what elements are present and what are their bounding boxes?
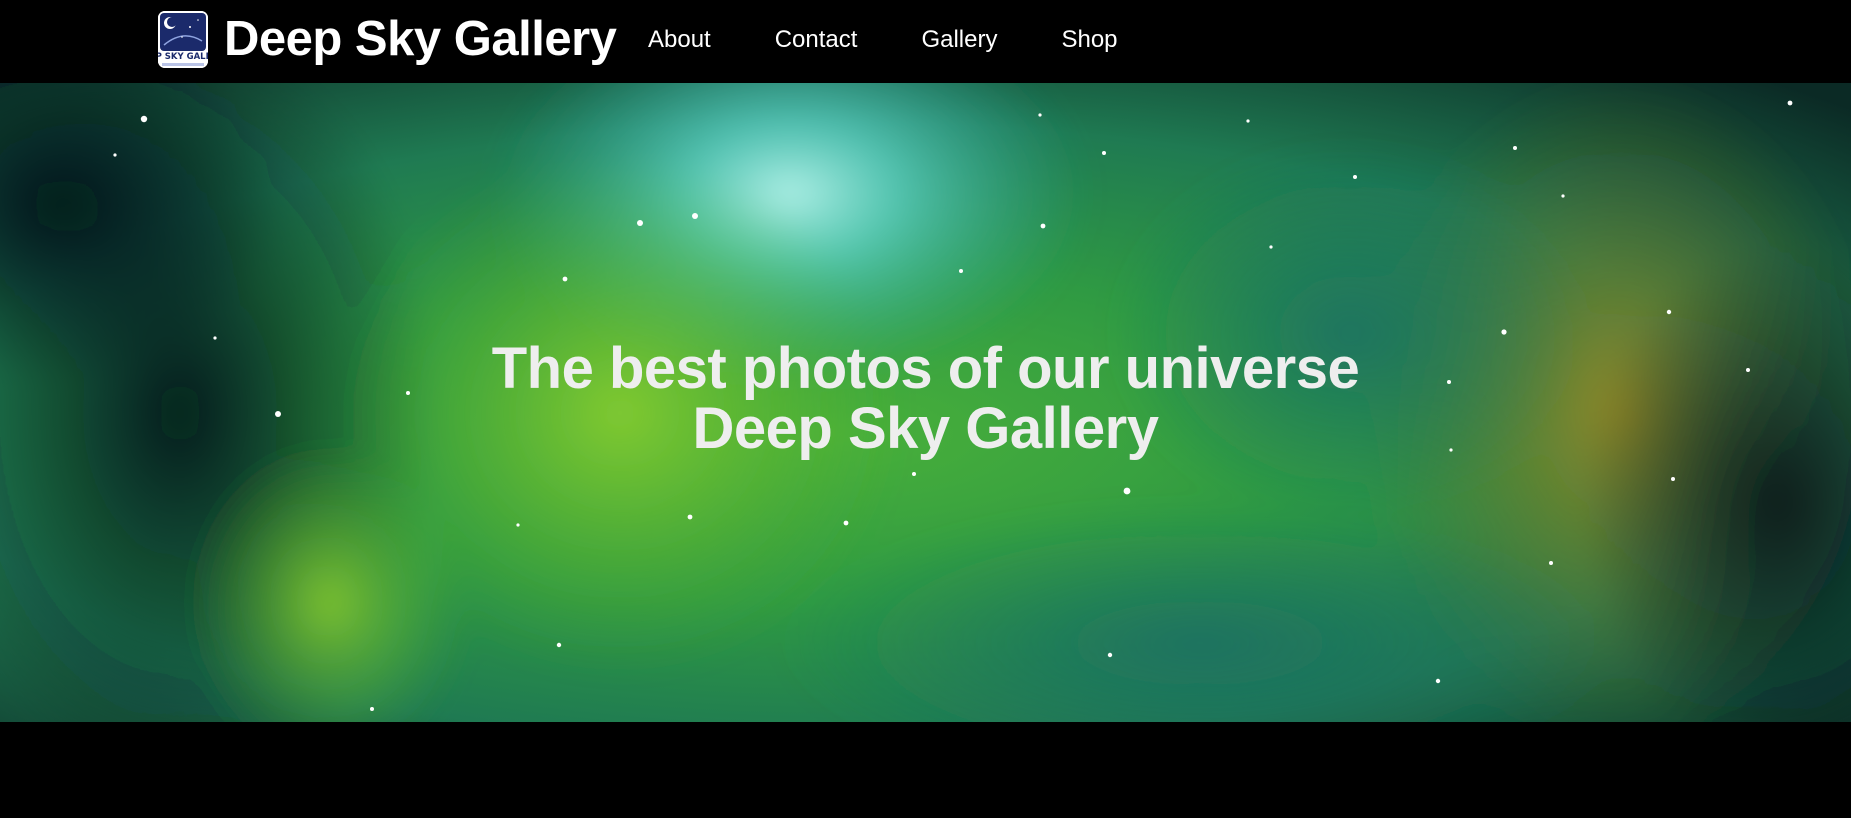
nav-link-shop[interactable]: Shop bbox=[1061, 28, 1117, 52]
nav-link-gallery[interactable]: Gallery bbox=[921, 28, 997, 52]
navbar: DEEP SKY GALLERY Deep Sky Gallery About … bbox=[0, 0, 1851, 83]
nav-link-contact[interactable]: Contact bbox=[775, 28, 858, 52]
hero-tagline: The best photos of our universe bbox=[491, 336, 1360, 401]
nav-link-about[interactable]: About bbox=[648, 28, 711, 52]
brand-title: Deep Sky Gallery bbox=[224, 11, 617, 66]
main-nav: About Contact Gallery Shop bbox=[648, 0, 1118, 80]
brand-logo: DEEP SKY GALLERY bbox=[158, 10, 208, 68]
hero-banner: The best photos of our universe Deep Sky… bbox=[0, 83, 1851, 722]
hero-site-name: Deep Sky Gallery bbox=[692, 396, 1159, 461]
page-bottom-area bbox=[0, 722, 1851, 818]
galaxy-logo-icon: DEEP SKY GALLERY bbox=[158, 10, 208, 68]
logo-wordmark: DEEP SKY GALLERY bbox=[158, 52, 208, 62]
brand-home-link[interactable]: DEEP SKY GALLERY Deep Sky Gallery bbox=[158, 10, 617, 68]
hero-heading: The best photos of our universe Deep Sky… bbox=[0, 339, 1851, 459]
page: DEEP SKY GALLERY Deep Sky Gallery About … bbox=[0, 0, 1851, 818]
